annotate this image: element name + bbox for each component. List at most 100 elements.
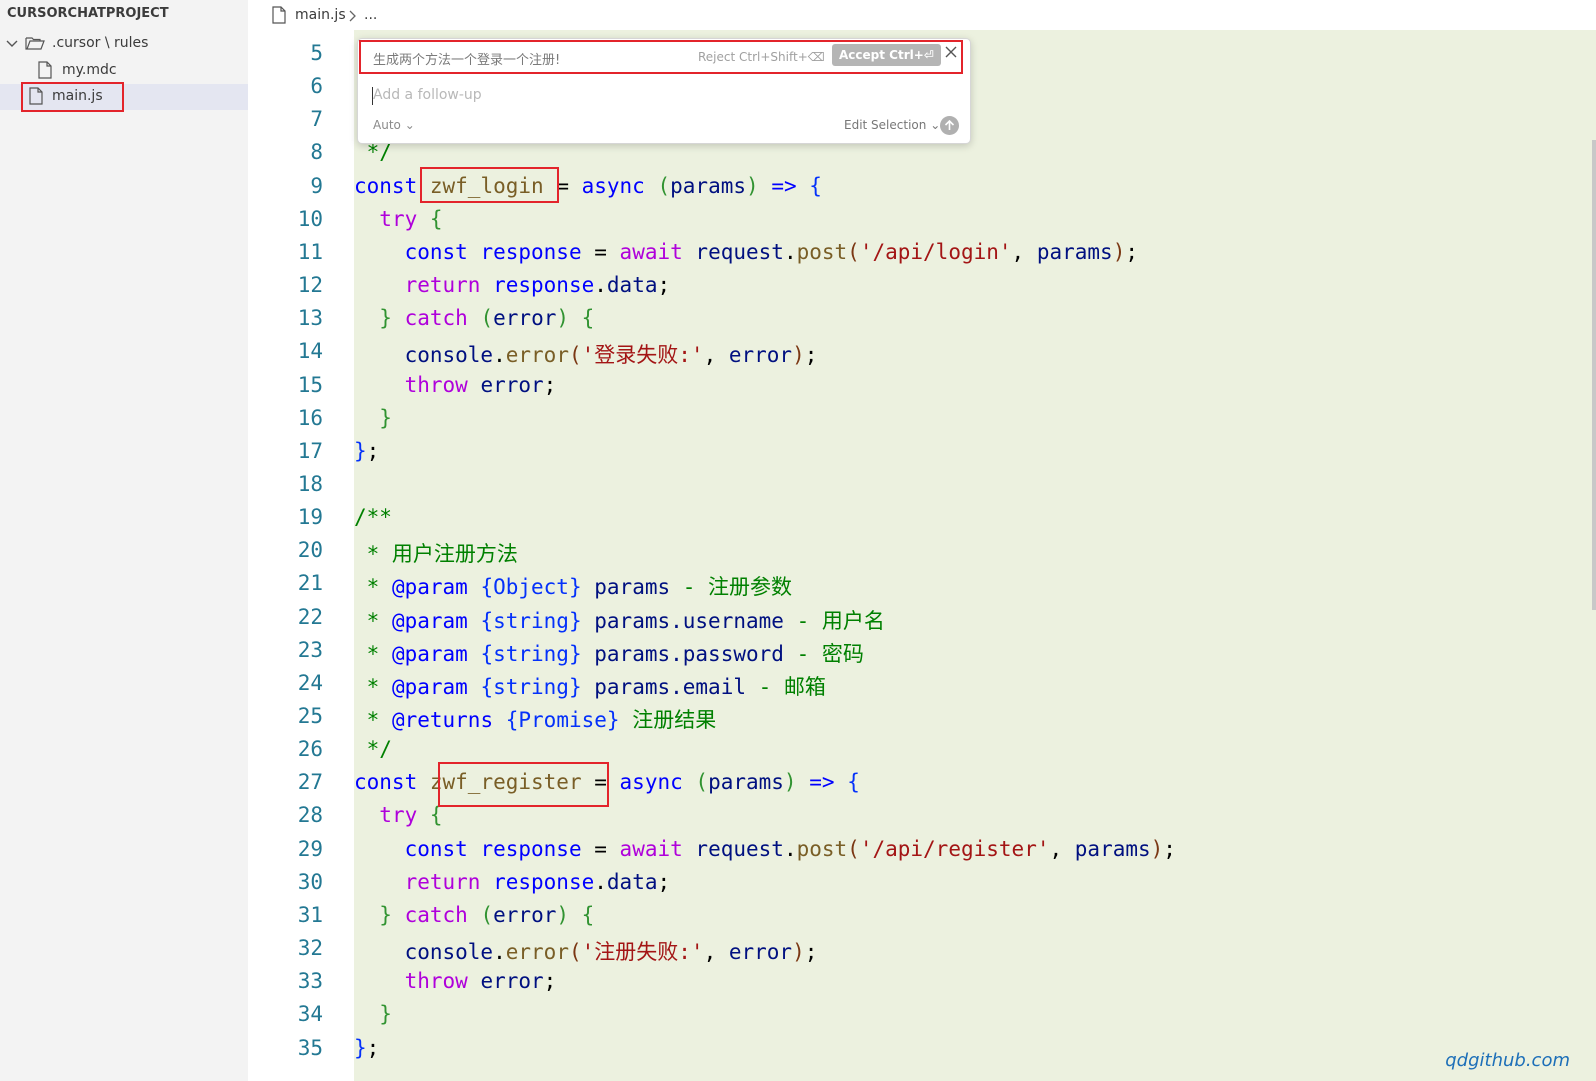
line-number: 15: [297, 373, 323, 397]
code-token: }: [379, 1002, 392, 1026]
folder-label: .cursor \ rules: [52, 35, 149, 51]
code-line[interactable]: } catch (error) {: [354, 306, 594, 330]
line-number: 8: [310, 140, 323, 164]
code-line[interactable]: console.error('注册失败:', error);: [354, 936, 818, 966]
code-token: ;: [657, 273, 671, 297]
code-token: console: [404, 940, 494, 964]
code-line[interactable]: * 用户注册方法: [354, 538, 518, 568]
line-number: 12: [297, 273, 323, 297]
code-token: */: [354, 737, 392, 761]
code-token: params: [594, 575, 671, 599]
line-number: 9: [310, 174, 323, 198]
code-token: ): [792, 940, 805, 964]
folder-cursor-rules[interactable]: .cursor \ rules: [0, 31, 248, 57]
highlight-box-main-js: [21, 82, 124, 112]
code-token: ;: [366, 1036, 380, 1060]
code-token: error: [728, 343, 793, 367]
breadcrumb-file[interactable]: main.js: [295, 7, 346, 23]
code-line[interactable]: return response.data;: [354, 870, 671, 894]
code-line[interactable]: };: [354, 439, 379, 463]
code-token: ;: [804, 940, 818, 964]
line-number: 25: [297, 704, 323, 728]
code-token: const: [404, 240, 468, 264]
project-title[interactable]: CURSORCHATPROJECT: [7, 6, 169, 21]
folder-open-icon: [25, 35, 45, 55]
code-line[interactable]: * @param {Object} params - 注册参数: [354, 571, 792, 601]
code-line[interactable]: const response = await request.post('/ap…: [354, 240, 1138, 264]
line-number: 23: [297, 638, 323, 662]
file-icon: [38, 61, 52, 83]
code-token: params.email: [594, 675, 746, 699]
breadcrumb-more[interactable]: ...: [364, 7, 377, 23]
code-line[interactable]: console.error('登录失败:', error);: [354, 339, 818, 369]
code-token: params: [1074, 837, 1151, 861]
vertical-scrollbar[interactable]: [1592, 140, 1596, 610]
code-token: .: [594, 870, 607, 894]
code-line[interactable]: }: [354, 1002, 392, 1026]
code-token: {Promise}: [505, 708, 620, 732]
code-line[interactable]: * @returns {Promise} 注册结果: [354, 704, 717, 734]
code-token: catch: [404, 306, 468, 330]
line-number: 27: [297, 770, 323, 794]
code-token: 注册结果: [619, 708, 717, 732]
file-item-my-mdc[interactable]: my.mdc: [0, 58, 248, 84]
code-token: }: [379, 903, 392, 927]
code-token: ;: [1125, 240, 1139, 264]
code-token: *: [354, 675, 392, 699]
code-token: ;: [1163, 837, 1176, 861]
code-line[interactable]: */: [354, 737, 392, 761]
line-number: 22: [297, 605, 323, 629]
breadcrumb-bar: main.js ...: [248, 0, 1596, 31]
code-line[interactable]: } catch (error) {: [354, 903, 594, 927]
code-token: params: [1036, 240, 1113, 264]
edit-selection-dropdown[interactable]: Edit Selection ⌄: [844, 118, 940, 132]
code-line[interactable]: const response = await request.post('/ap…: [354, 837, 1176, 861]
code-token: await: [619, 837, 683, 861]
code-token: (: [657, 174, 671, 198]
code-token: ,: [703, 343, 729, 367]
followup-input[interactable]: Add a follow-up: [373, 87, 482, 103]
line-number: 6: [310, 74, 323, 98]
code-line[interactable]: /**: [354, 505, 392, 529]
code-line[interactable]: try {: [354, 207, 443, 231]
code-token: ): [783, 770, 797, 794]
code-token: =>: [809, 770, 835, 794]
code-token: - 用户名: [783, 609, 885, 633]
code-line[interactable]: }: [354, 406, 392, 430]
code-token: (: [568, 343, 582, 367]
code-token: {: [847, 770, 860, 794]
code-token: ): [1112, 240, 1126, 264]
line-number: 26: [297, 737, 323, 761]
code-token: const: [354, 770, 418, 794]
code-token: ): [556, 903, 570, 927]
code-token: =: [581, 837, 620, 861]
code-line[interactable]: throw error;: [354, 969, 557, 993]
file-icon: [272, 6, 286, 28]
code-line[interactable]: try {: [354, 803, 442, 827]
chevron-down-icon: ⌄: [930, 118, 941, 132]
code-token: @param: [391, 675, 468, 699]
mode-dropdown[interactable]: Auto ⌄: [373, 118, 415, 132]
highlight-box-zwf-register: [438, 762, 609, 807]
line-number: 13: [297, 306, 323, 330]
code-line[interactable]: * @param {string} params.password - 密码: [354, 638, 864, 668]
code-token: {: [429, 207, 443, 231]
code-line[interactable]: * @param {string} params.email - 邮箱: [354, 671, 826, 701]
code-token: params: [708, 770, 784, 794]
file-label: my.mdc: [62, 62, 117, 78]
code-line[interactable]: return response.data;: [354, 273, 671, 297]
chevron-down-icon[interactable]: [5, 37, 19, 55]
code-line[interactable]: throw error;: [354, 373, 557, 397]
mode-label: Auto: [373, 118, 401, 132]
code-token: @param: [391, 575, 468, 599]
code-editor[interactable]: 5678 */9 const zwf_login = async (params)…: [248, 30, 1596, 1081]
code-line[interactable]: * @param {string} params.username - 用户名: [354, 605, 885, 635]
code-line[interactable]: };: [354, 1036, 379, 1060]
arrow-up-icon[interactable]: [940, 116, 959, 135]
line-number: 31: [297, 903, 323, 927]
